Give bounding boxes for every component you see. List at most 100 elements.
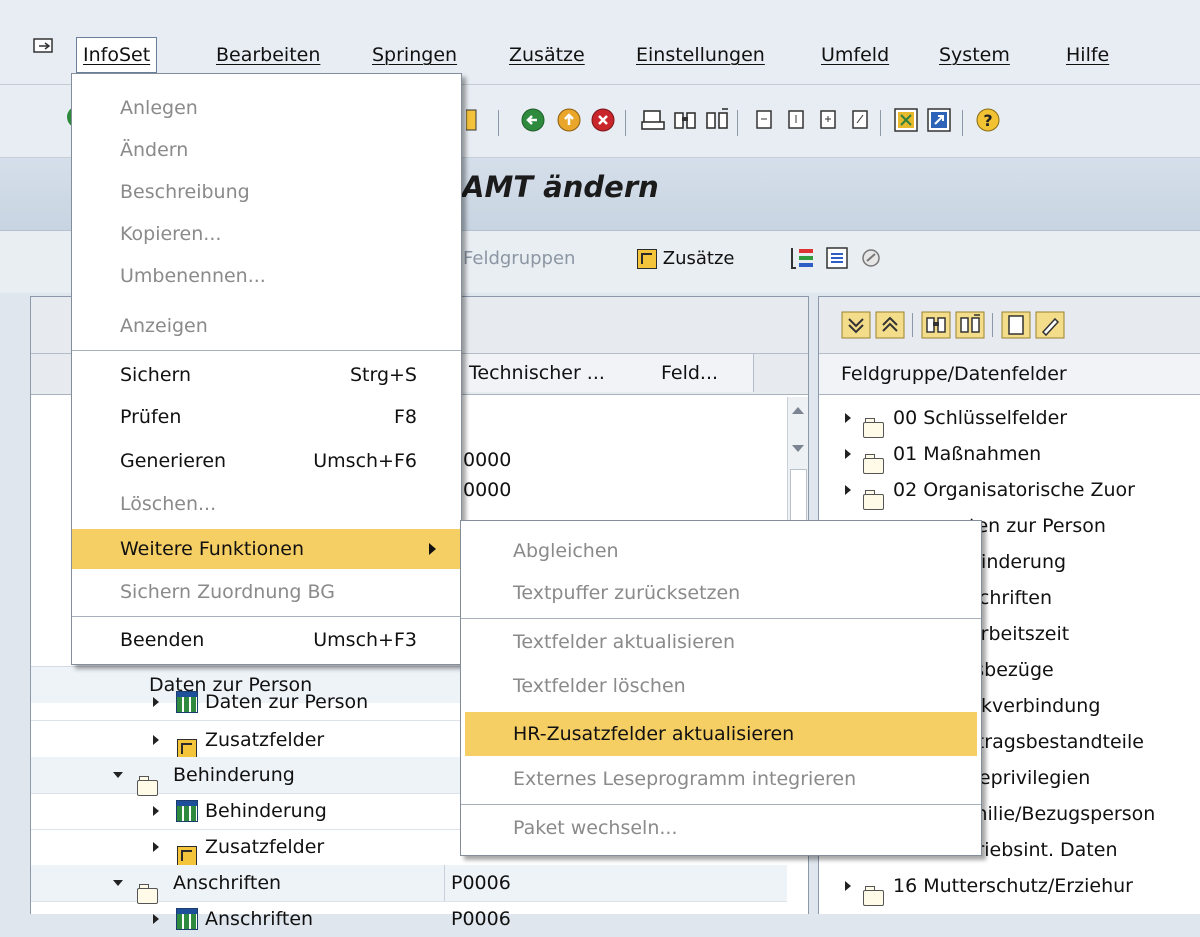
menu-item-aendern[interactable]: Ändern — [72, 130, 461, 170]
layout-icon[interactable] — [790, 246, 816, 270]
tree-item-label: Daten zur Person — [205, 691, 369, 713]
col-feld[interactable]: Feld... — [655, 354, 754, 392]
catalog-item[interactable]: 01 Maßnahmen — [819, 436, 1200, 474]
menu-item-pruefen[interactable]: Prüfen F8 — [72, 397, 461, 437]
find-next-icon[interactable] — [955, 311, 985, 339]
tree-row[interactable]: Anschriften P0006 — [31, 901, 787, 937]
submenu-item-textpuffer-zuruecksetzen[interactable]: Textpuffer zurücksetzen — [461, 573, 981, 613]
menu-item-generieren[interactable]: Generieren Umsch+F6 — [72, 441, 461, 481]
previous-page-icon[interactable] — [784, 107, 810, 133]
toolbar-separator — [737, 110, 738, 136]
system-menu-icon[interactable] — [33, 38, 55, 54]
submenu-item-textfelder-aktualisieren[interactable]: Textfelder aktualisieren — [461, 622, 981, 662]
expand-arrow-icon[interactable] — [845, 449, 851, 459]
toolbar-separator — [498, 110, 499, 136]
collapse-arrow-icon[interactable] — [113, 772, 123, 778]
expand-arrow-icon[interactable] — [153, 697, 159, 707]
expand-arrow-icon[interactable] — [153, 842, 159, 852]
print-icon[interactable] — [640, 107, 666, 133]
collapse-all-icon[interactable] — [875, 311, 905, 339]
menu-item-loeschen[interactable]: Löschen... — [72, 484, 461, 524]
menu-separator — [461, 618, 981, 619]
menu-bearbeiten[interactable]: Bearbeiten — [210, 38, 326, 72]
expand-all-icon[interactable] — [841, 311, 871, 339]
tree-item-value: P0006 — [451, 872, 511, 894]
last-page-icon[interactable] — [848, 107, 874, 133]
expand-arrow-icon[interactable] — [845, 881, 851, 891]
page-title: AMT ändern — [462, 170, 659, 204]
expand-arrow-icon[interactable] — [845, 485, 851, 495]
catalog-item-label: rtragsbestandteile — [969, 731, 1144, 753]
status-icon[interactable] — [860, 247, 882, 269]
catalog-item-label: 00 Schlüsselfelder — [893, 407, 1068, 429]
expand-arrow-icon[interactable] — [153, 735, 159, 745]
grid-icon — [176, 691, 198, 713]
scroll-down-arrow[interactable] — [792, 445, 804, 452]
submenu-item-hr-zusatzfelder-aktualisieren[interactable]: HR-Zusatzfelder aktualisieren — [465, 712, 977, 756]
menu-item-beschreibung[interactable]: Beschreibung — [72, 172, 461, 212]
menu-item-sichern[interactable]: Sichern Strg+S — [72, 355, 461, 395]
submenu-item-externes-leseprogramm[interactable]: Externes Leseprogramm integrieren — [461, 759, 981, 799]
menu-item-sichern-zuordnung-bg[interactable]: Sichern Zuordnung BG — [72, 572, 461, 612]
catalog-item[interactable]: 02 Organisatorische Zuor — [819, 472, 1200, 510]
catalog-item[interactable]: 16 Mutterschutz/Erziehur — [819, 868, 1200, 906]
menu-umfeld[interactable]: Umfeld — [815, 38, 895, 72]
new-session-icon[interactable] — [893, 107, 919, 133]
tree-row[interactable]: Anschriften P0006 — [31, 865, 787, 904]
first-page-icon[interactable] — [752, 107, 778, 133]
column-divider — [444, 865, 445, 901]
zusaetze-button[interactable]: Zusätze — [637, 248, 734, 269]
grid-icon — [176, 800, 198, 822]
save-icon[interactable] — [466, 107, 480, 133]
expand-arrow-icon[interactable] — [153, 914, 159, 924]
submenu-item-abgleichen[interactable]: Abgleichen — [461, 531, 981, 571]
menu-zusaetze[interactable]: Zusätze — [503, 38, 591, 72]
catalog-item-label: seprivilegien — [969, 767, 1091, 789]
new-document-icon[interactable] — [1001, 311, 1031, 339]
next-page-icon[interactable] — [816, 107, 842, 133]
menu-item-umbenennen[interactable]: Umbenennen... — [72, 256, 461, 296]
collapse-arrow-icon[interactable] — [113, 880, 123, 886]
submenu-item-textfelder-loeschen[interactable]: Textfelder löschen — [461, 666, 981, 706]
find-icon[interactable] — [672, 107, 698, 133]
expand-arrow-icon[interactable] — [845, 413, 851, 423]
catalog-item[interactable]: 00 Schlüsselfelder — [819, 400, 1200, 438]
menu-item-kopieren[interactable]: Kopieren... — [72, 214, 461, 254]
edit-pencil-icon[interactable] — [1035, 311, 1065, 339]
menu-item-anlegen[interactable]: Anlegen — [72, 88, 461, 128]
table-cell: 0000 — [463, 479, 512, 501]
menu-infoset[interactable]: InfoSet — [76, 37, 158, 73]
menu-springen[interactable]: Springen — [366, 38, 463, 72]
catalog-item-label: 01 Maßnahmen — [893, 443, 1042, 465]
menu-einstellungen[interactable]: Einstellungen — [630, 38, 771, 72]
scroll-up-arrow[interactable] — [792, 407, 804, 414]
find-icon[interactable] — [921, 311, 951, 339]
submenu-item-paket-wechseln[interactable]: Paket wechseln... — [461, 808, 981, 848]
cancel-icon[interactable] — [590, 107, 616, 133]
menu-system[interactable]: System — [933, 38, 1016, 72]
back-icon[interactable] — [520, 107, 546, 133]
menu-separator — [72, 616, 461, 617]
exit-icon[interactable] — [556, 107, 582, 133]
feldgruppen-button[interactable]: Feldgruppen — [463, 248, 575, 269]
list-icon[interactable] — [825, 246, 849, 270]
grid-icon — [176, 908, 198, 930]
menu-item-weitere-funktionen[interactable]: Weitere Funktionen — [72, 529, 461, 569]
catalog-item-label: 16 Mutterschutz/Erziehur — [893, 875, 1133, 897]
toolbar-separator — [912, 313, 913, 337]
menu-hilfe[interactable]: Hilfe — [1060, 38, 1115, 72]
shortcut-label: Umsch+F6 — [313, 450, 417, 472]
zusaetze-label: Zusätze — [662, 248, 735, 269]
toolbar-separator — [880, 110, 881, 136]
find-next-icon[interactable] — [704, 107, 730, 133]
expand-arrow-icon[interactable] — [153, 806, 159, 816]
catalog-item-label: nkverbindung — [969, 695, 1101, 717]
tree-item-label: Anschriften — [205, 908, 314, 930]
menu-item-anzeigen[interactable]: Anzeigen — [72, 306, 461, 346]
help-icon[interactable]: ? — [975, 107, 1001, 133]
svg-text:?: ? — [983, 111, 992, 130]
shortcut-icon[interactable] — [926, 107, 952, 133]
col-technischer-name[interactable]: Technischer ... — [463, 354, 656, 392]
add-fields-icon — [177, 845, 197, 866]
menu-item-beenden[interactable]: Beenden Umsch+F3 — [72, 620, 461, 660]
